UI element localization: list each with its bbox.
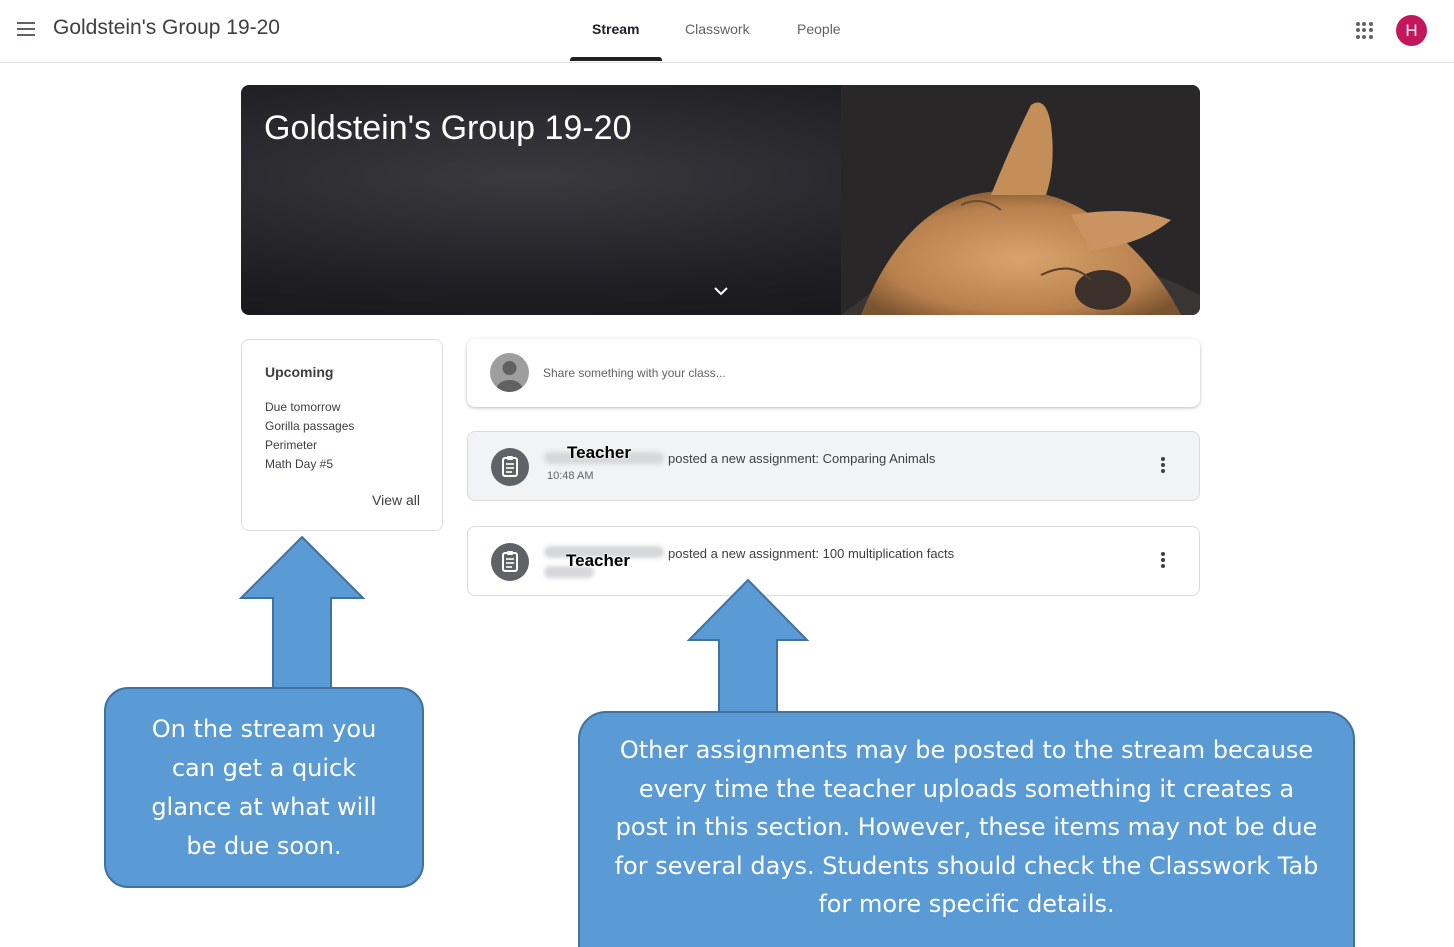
- account-avatar[interactable]: H: [1396, 15, 1427, 46]
- share-announcement-box[interactable]: Share something with your class...: [467, 339, 1200, 407]
- post-text[interactable]: posted a new assignment: 100 multiplicat…: [668, 546, 954, 561]
- user-avatar-icon: [490, 353, 529, 392]
- up-arrow-annotation-right: [686, 578, 810, 713]
- hamburger-menu-icon[interactable]: [17, 22, 35, 36]
- post-author: Teacher: [566, 551, 630, 570]
- assignment-icon: [491, 543, 529, 581]
- post-timestamp: 10:48 AM: [547, 470, 594, 482]
- callout-text: Other assignments may be posted to the s…: [614, 736, 1319, 918]
- share-placeholder[interactable]: Share something with your class...: [543, 366, 726, 380]
- upcoming-due-label: Due tomorrow: [265, 400, 341, 414]
- class-title[interactable]: Goldstein's Group 19-20: [53, 16, 280, 40]
- stream-post[interactable]: Teacher posted a new assignment: 100 mul…: [467, 526, 1200, 596]
- upcoming-heading: Upcoming: [265, 364, 334, 380]
- tab-stream[interactable]: Stream: [592, 21, 639, 37]
- view-all-link[interactable]: View all: [372, 492, 420, 508]
- chevron-down-icon[interactable]: [711, 283, 731, 299]
- upcoming-card: Upcoming Due tomorrow Gorilla passages P…: [241, 339, 443, 531]
- more-vert-icon[interactable]: [1160, 552, 1166, 570]
- up-arrow-annotation-left: [238, 535, 366, 689]
- banner-class-title: Goldstein's Group 19-20: [264, 109, 632, 147]
- more-vert-icon[interactable]: [1160, 457, 1166, 475]
- tab-people[interactable]: People: [797, 21, 841, 37]
- callout-text: On the stream you can get a quick glance…: [151, 714, 377, 860]
- post-text[interactable]: posted a new assignment: Comparing Anima…: [668, 451, 935, 466]
- annotation-callout-left: On the stream you can get a quick glance…: [104, 687, 424, 888]
- class-banner: Goldstein's Group 19-20: [241, 85, 1200, 315]
- tab-classwork[interactable]: Classwork: [685, 21, 750, 37]
- stream-post[interactable]: Teacher posted a new assignment: Compari…: [467, 431, 1200, 501]
- upcoming-item[interactable]: Gorilla passages: [265, 419, 354, 433]
- annotation-callout-right: Other assignments may be posted to the s…: [578, 711, 1355, 947]
- active-tab-indicator: [570, 57, 662, 61]
- google-apps-grid-icon[interactable]: [1356, 22, 1373, 39]
- top-app-bar: Goldstein's Group 19-20 Stream Classwork…: [0, 0, 1454, 63]
- upcoming-item[interactable]: Math Day #5: [265, 457, 333, 471]
- dog-photo: [841, 85, 1200, 315]
- assignment-icon: [491, 448, 529, 486]
- post-author: Teacher: [567, 443, 631, 462]
- upcoming-item[interactable]: Perimeter: [265, 438, 317, 452]
